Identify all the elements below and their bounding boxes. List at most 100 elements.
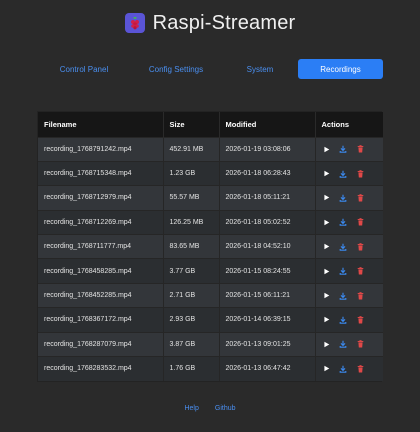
size-cell: 83.65 MB bbox=[163, 234, 220, 259]
filename-cell: recording_1768287079.mp4 bbox=[38, 331, 164, 357]
table-row: recording_1768791242.mp4 452.91 MB 2026-01… bbox=[38, 136, 384, 162]
download-icon[interactable] bbox=[339, 364, 348, 373]
play-icon[interactable] bbox=[322, 169, 331, 178]
modified-cell: 2026-01-13 06:47:42 bbox=[219, 356, 316, 381]
size-cell: 2.71 GB bbox=[163, 282, 220, 308]
actions-cell bbox=[315, 234, 384, 259]
row-actions bbox=[322, 364, 384, 373]
download-icon[interactable] bbox=[339, 242, 348, 251]
play-icon[interactable] bbox=[322, 315, 331, 324]
trash-icon[interactable] bbox=[356, 169, 365, 178]
header-actions: Actions bbox=[315, 112, 383, 137]
table-row: recording_1768283532.mp4 1.76 GB 2026-01-1… bbox=[38, 356, 384, 381]
row-actions bbox=[322, 315, 384, 324]
modified-cell: 2026-01-18 05:02:52 bbox=[219, 209, 316, 235]
filename-cell: recording_1768452285.mp4 bbox=[38, 282, 164, 308]
play-icon[interactable] bbox=[322, 267, 331, 276]
row-actions bbox=[322, 169, 384, 178]
tab-config-settings[interactable]: Config Settings bbox=[130, 59, 222, 79]
size-cell: 126.25 MB bbox=[163, 209, 220, 235]
download-icon[interactable] bbox=[339, 145, 348, 154]
modified-cell: 2026-01-18 04:52:10 bbox=[219, 234, 316, 259]
help-link[interactable]: Help bbox=[184, 405, 198, 417]
tab-recordings[interactable]: Recordings bbox=[298, 59, 383, 79]
trash-icon[interactable] bbox=[356, 315, 365, 324]
header-size: Size bbox=[163, 112, 220, 137]
size-cell: 55.57 MB bbox=[163, 185, 220, 211]
download-icon[interactable] bbox=[339, 218, 348, 227]
trash-icon[interactable] bbox=[356, 267, 365, 276]
trash-icon[interactable] bbox=[356, 193, 365, 202]
actions-cell bbox=[315, 136, 384, 162]
size-cell: 1.76 GB bbox=[163, 356, 220, 381]
filename-cell: recording_1768711777.mp4 bbox=[38, 234, 164, 259]
table-row: recording_1768287079.mp4 3.87 GB 2026-01-1… bbox=[38, 331, 384, 357]
download-icon[interactable] bbox=[339, 315, 348, 324]
table-row: recording_1768712269.mp4 126.25 MB 2026-01… bbox=[38, 209, 384, 235]
actions-cell bbox=[315, 356, 384, 381]
trash-icon[interactable] bbox=[356, 340, 365, 349]
actions-cell bbox=[315, 258, 383, 284]
row-actions bbox=[322, 145, 384, 154]
actions-cell bbox=[315, 209, 384, 235]
filename-cell: recording_1768367172.mp4 bbox=[38, 307, 164, 333]
actions-cell bbox=[315, 331, 384, 357]
play-icon[interactable] bbox=[322, 218, 331, 227]
trash-icon[interactable] bbox=[356, 242, 365, 251]
recordings-table: Filename Size Modified Actions recording… bbox=[37, 111, 384, 382]
size-cell: 452.91 MB bbox=[163, 136, 220, 162]
download-icon[interactable] bbox=[339, 193, 348, 202]
table-header-row: Filename Size Modified Actions bbox=[38, 112, 383, 137]
trash-icon[interactable] bbox=[356, 291, 365, 300]
row-actions bbox=[322, 193, 384, 202]
filename-cell: recording_1768712269.mp4 bbox=[38, 209, 164, 235]
table-row: recording_1768452285.mp4 2.71 GB 2026-01-1… bbox=[38, 282, 384, 308]
modified-cell: 2026-01-18 06:28:43 bbox=[219, 160, 316, 186]
size-cell: 3.87 GB bbox=[163, 331, 220, 357]
filename-cell: recording_1768458285.mp4 bbox=[38, 258, 164, 284]
actions-cell bbox=[315, 160, 384, 186]
play-icon[interactable] bbox=[322, 145, 331, 154]
modified-cell: 2026-01-13 09:01:25 bbox=[219, 331, 316, 357]
play-icon[interactable] bbox=[322, 242, 331, 251]
modified-cell: 2026-01-19 03:08:06 bbox=[219, 136, 316, 162]
modified-cell: 2026-01-18 05:11:21 bbox=[219, 185, 316, 211]
play-icon[interactable] bbox=[322, 364, 331, 373]
download-icon[interactable] bbox=[339, 340, 348, 349]
row-actions bbox=[322, 242, 384, 251]
app-title: Raspi-Streamer bbox=[152, 11, 296, 34]
modified-cell: 2026-01-15 06:11:21 bbox=[219, 282, 316, 308]
trash-icon[interactable] bbox=[356, 145, 365, 154]
trash-icon[interactable] bbox=[356, 218, 365, 227]
tab-control-panel[interactable]: Control Panel bbox=[38, 59, 130, 79]
filename-cell: recording_1768715348.mp4 bbox=[38, 160, 164, 186]
row-actions bbox=[322, 291, 384, 300]
modified-cell: 2026-01-15 08:24:55 bbox=[219, 258, 316, 284]
modified-cell: 2026-01-14 06:39:15 bbox=[219, 307, 316, 333]
download-icon[interactable] bbox=[339, 267, 348, 276]
row-actions bbox=[322, 218, 384, 227]
tab-system[interactable]: System bbox=[222, 59, 298, 79]
trash-icon[interactable] bbox=[356, 364, 365, 373]
filename-cell: recording_1768712979.mp4 bbox=[38, 185, 164, 211]
header-modified: Modified bbox=[219, 112, 316, 137]
actions-cell bbox=[315, 282, 384, 308]
actions-cell bbox=[315, 185, 384, 211]
play-icon[interactable] bbox=[322, 291, 331, 300]
table-row: recording_1768458285.mp4 3.77 GB 2026-01-1… bbox=[38, 258, 383, 284]
filename-cell: recording_1768283532.mp4 bbox=[38, 356, 164, 381]
download-icon[interactable] bbox=[339, 169, 348, 178]
download-icon[interactable] bbox=[339, 291, 348, 300]
play-icon[interactable] bbox=[322, 340, 331, 349]
footer: Help Github bbox=[0, 405, 420, 417]
size-cell: 1.23 GB bbox=[163, 160, 220, 186]
row-actions bbox=[322, 340, 384, 349]
table-row: recording_1768711777.mp4 83.65 MB 2026-01-… bbox=[38, 234, 384, 259]
filename-cell: recording_1768791242.mp4 bbox=[38, 136, 164, 162]
size-cell: 2.93 GB bbox=[163, 307, 220, 333]
raspberry-logo-icon bbox=[124, 13, 145, 33]
github-link[interactable]: Github bbox=[215, 405, 236, 417]
table-row: recording_1768367172.mp4 2.93 GB 2026-01-1… bbox=[38, 307, 384, 333]
play-icon[interactable] bbox=[322, 193, 331, 202]
table-row: recording_1768715348.mp4 1.23 GB 2026-01-1… bbox=[38, 160, 384, 186]
